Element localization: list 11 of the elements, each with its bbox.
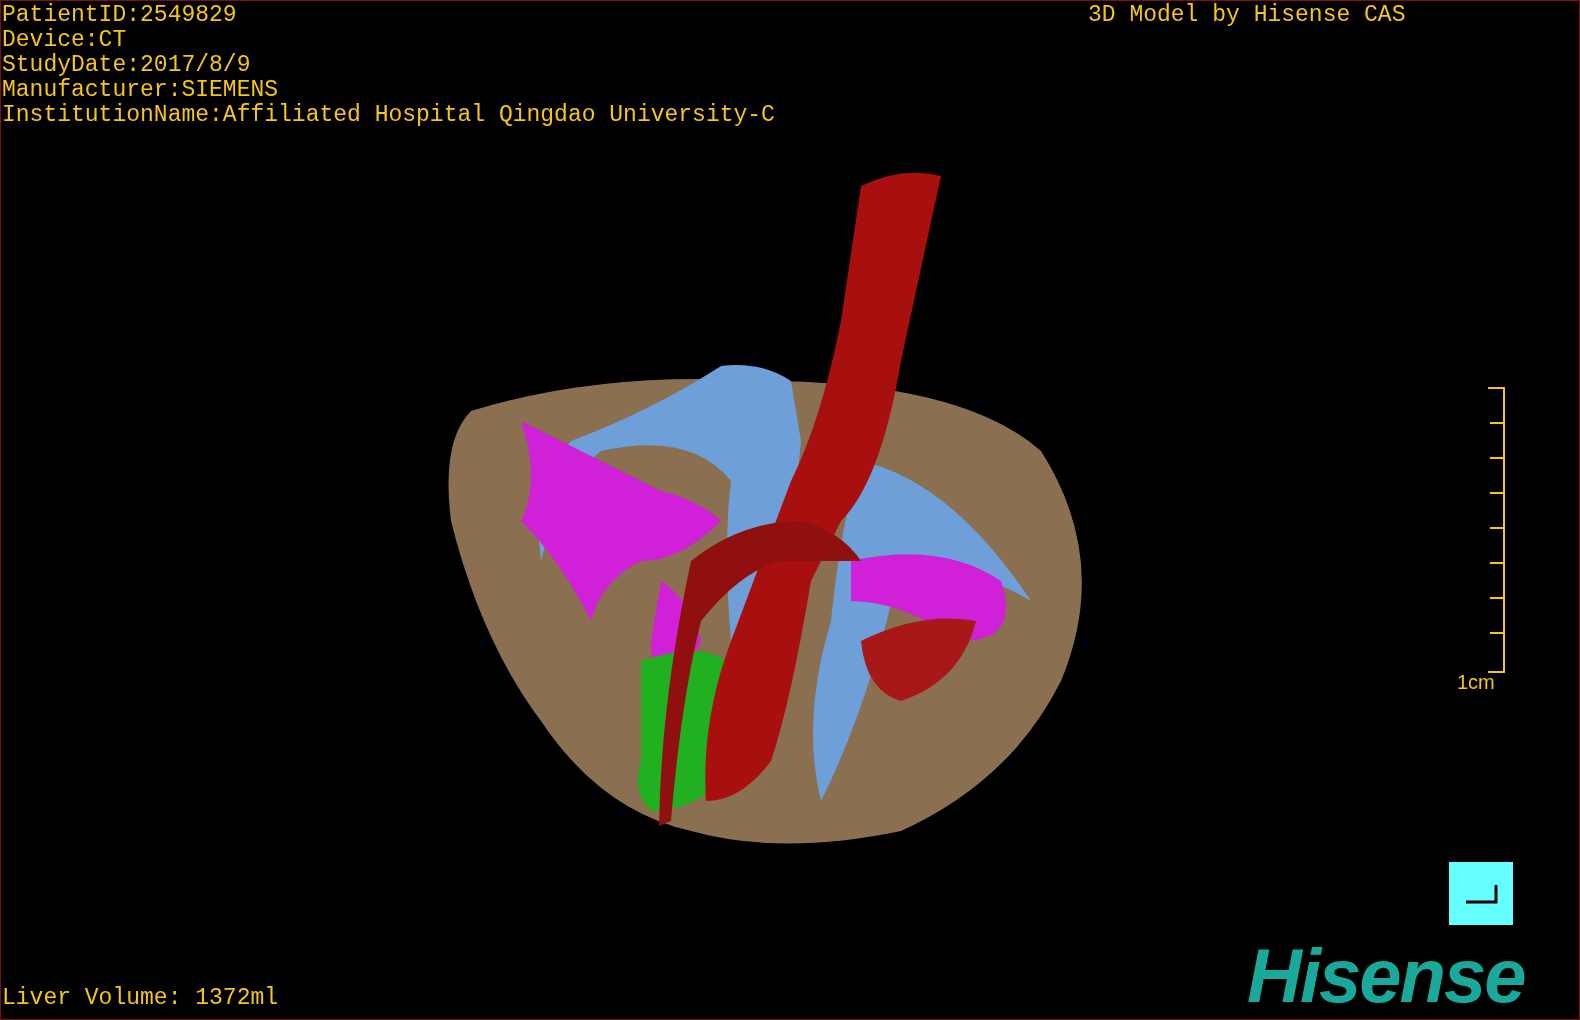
scale-label: 1cm (1457, 671, 1495, 693)
model-caption: 3D Model by Hisense CAS (1088, 3, 1406, 28)
info-line: Device:CT (2, 28, 128, 53)
info-line: StudyDate:2017/8/9 (2, 53, 252, 78)
liver-volume-text: Liver Volume: 1372ml (2, 986, 279, 1011)
corner-icon (1464, 882, 1498, 905)
corner-button[interactable] (1449, 862, 1513, 925)
info-line: InstitutionName:Affiliated Hospital Qingdao University-C (2, 103, 775, 128)
info-line: Manufacturer:SIEMENS (2, 78, 280, 103)
brand-logo: Hisense (1247, 936, 1525, 1016)
info-line: PatientID:2549829 (2, 3, 238, 28)
